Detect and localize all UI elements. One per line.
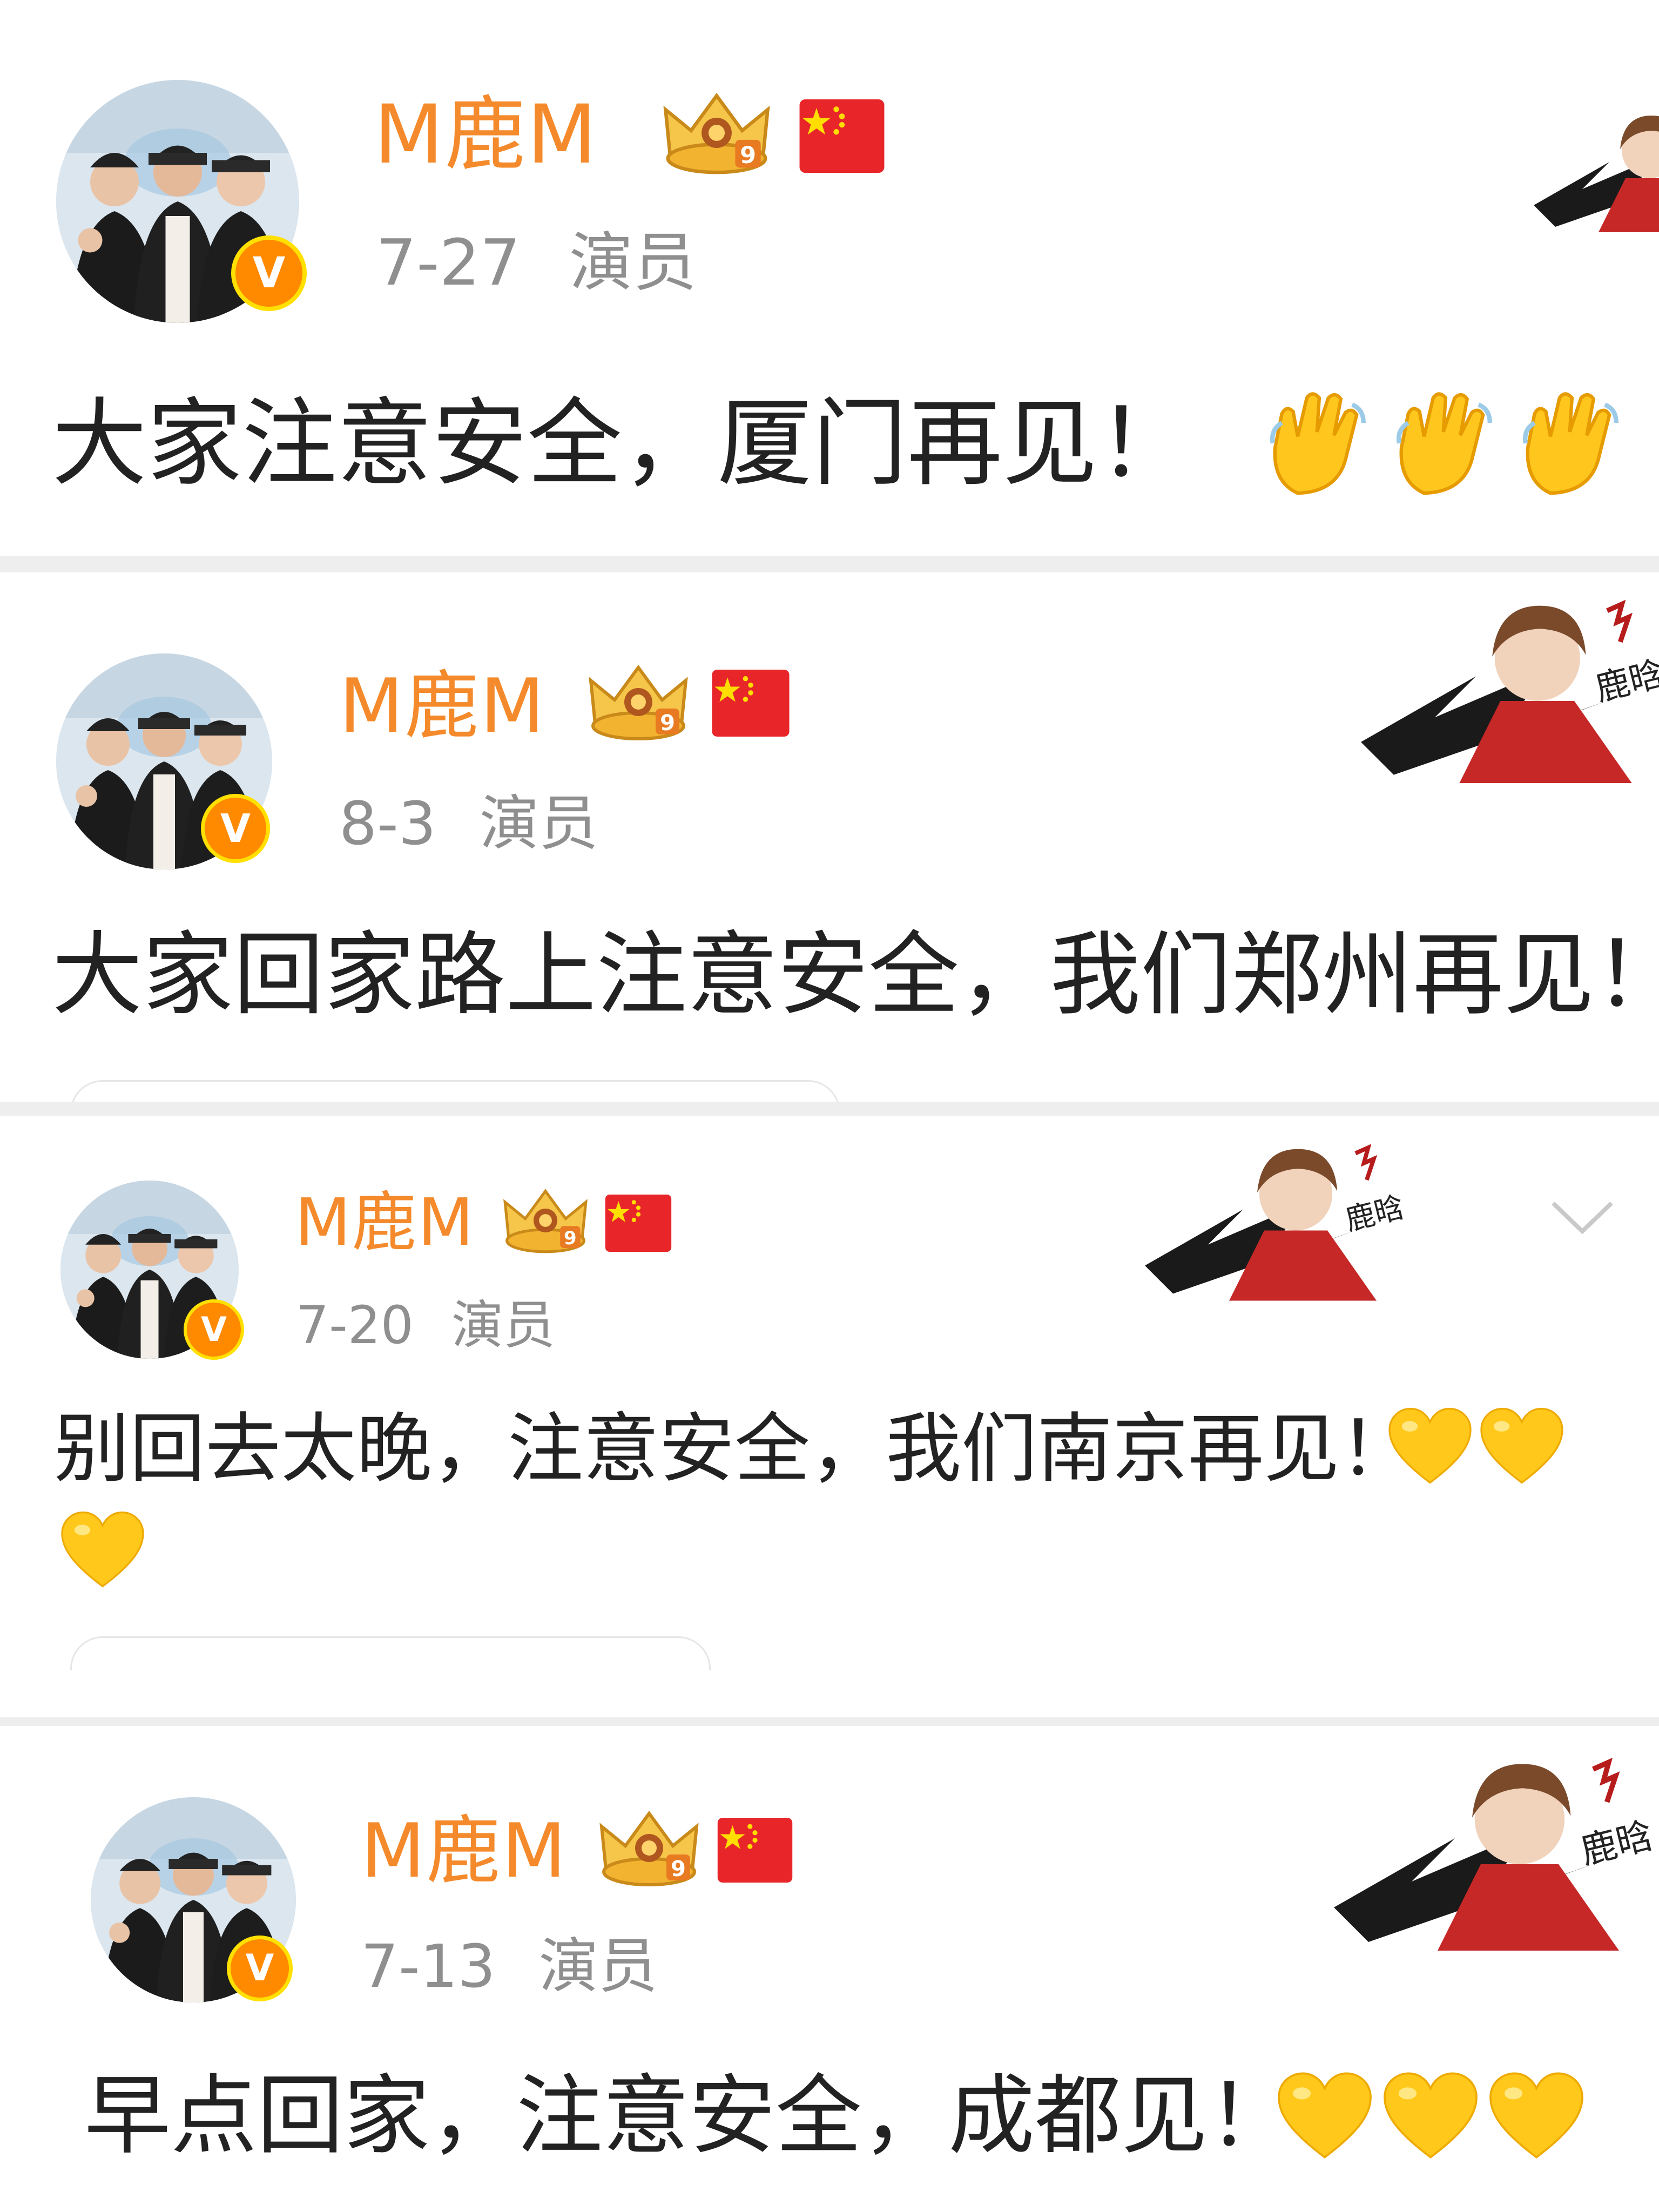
verified-badge: V [231, 235, 307, 311]
chevron-down-icon[interactable] [1549, 1197, 1616, 1240]
post-text: 大家注意安全，厦门再见！ [52, 388, 1193, 499]
yellow-heart-icon [1486, 2069, 1587, 2161]
post-date: 8-3 [339, 789, 436, 858]
crown-level-icon[interactable] [499, 1184, 592, 1257]
action-bar-edge [70, 1636, 711, 1670]
yellow-heart-icon [1274, 2069, 1375, 2161]
post-meta: 8-3 演员 [339, 788, 598, 859]
yellow-heart-icon [1386, 1405, 1474, 1486]
post-card: V M鹿M 8-3 演员 大家回家路上注意安全，我们郑州再见！ [0, 572, 1659, 1102]
fan-card-decoration[interactable] [1334, 1735, 1658, 1951]
post-card: V M鹿M 7-13 演员 早点回家，注意安全，成都见！ [0, 1726, 1659, 2212]
post-text: 别回去太晚，注意安全，我们南京再见！ [54, 1405, 1415, 1493]
fan-card-decoration[interactable] [1145, 1121, 1426, 1305]
crown-level-icon[interactable] [658, 86, 775, 179]
yellow-heart-icon [1380, 2069, 1481, 2161]
china-flag-icon [799, 99, 885, 173]
separator [0, 556, 1659, 572]
post-meta: 7-27 演员 [376, 225, 697, 300]
fan-card-decoration[interactable] [1361, 578, 1659, 783]
clapping-hands-icon [1516, 389, 1630, 502]
verified-badge: V [201, 794, 270, 863]
username[interactable]: M鹿M [295, 1184, 475, 1263]
post-date: 7-27 [376, 225, 521, 300]
post-source: 演员 [538, 1932, 658, 2001]
post-source: 演员 [479, 789, 598, 858]
post-text: 早点回家，注意安全，成都见！ [84, 2065, 1294, 2166]
crown-level-icon[interactable] [595, 1805, 703, 1891]
post-source: 演员 [451, 1295, 555, 1355]
crown-level-icon[interactable] [584, 659, 692, 745]
post-card: V M鹿M 7-20 演员 别回去太晚，注意安全，我们南京再见！ [0, 1116, 1659, 1717]
china-flag-icon [712, 670, 790, 737]
separator [0, 1102, 1659, 1116]
verified-badge: V [184, 1299, 244, 1360]
fan-card-decoration[interactable] [1534, 97, 1659, 232]
post-meta: 7-20 演员 [296, 1294, 555, 1357]
post-date: 7-20 [296, 1295, 414, 1355]
username[interactable]: M鹿M [361, 1807, 567, 1896]
clapping-hands-icon [1390, 389, 1503, 502]
username[interactable]: M鹿M [374, 86, 598, 184]
post-date: 7-13 [361, 1932, 496, 2001]
china-flag-icon [605, 1195, 672, 1252]
yellow-heart-icon [1478, 1405, 1566, 1486]
username[interactable]: M鹿M [339, 662, 545, 751]
post-meta: 7-13 演员 [361, 1931, 658, 2001]
yellow-heart-icon [58, 1509, 147, 1590]
post-card: V M鹿M 7-27 演员 大家注意安全，厦门再见！ [0, 0, 1659, 556]
post-text: 大家回家路上注意安全，我们郑州再见！ [52, 922, 1659, 1028]
verified-badge: V [227, 1936, 293, 2001]
clapping-hands-icon [1264, 389, 1377, 502]
post-source: 演员 [569, 225, 697, 300]
separator [0, 1717, 1659, 1726]
action-bar-edge [70, 1080, 840, 1102]
china-flag-icon [717, 1818, 793, 1883]
